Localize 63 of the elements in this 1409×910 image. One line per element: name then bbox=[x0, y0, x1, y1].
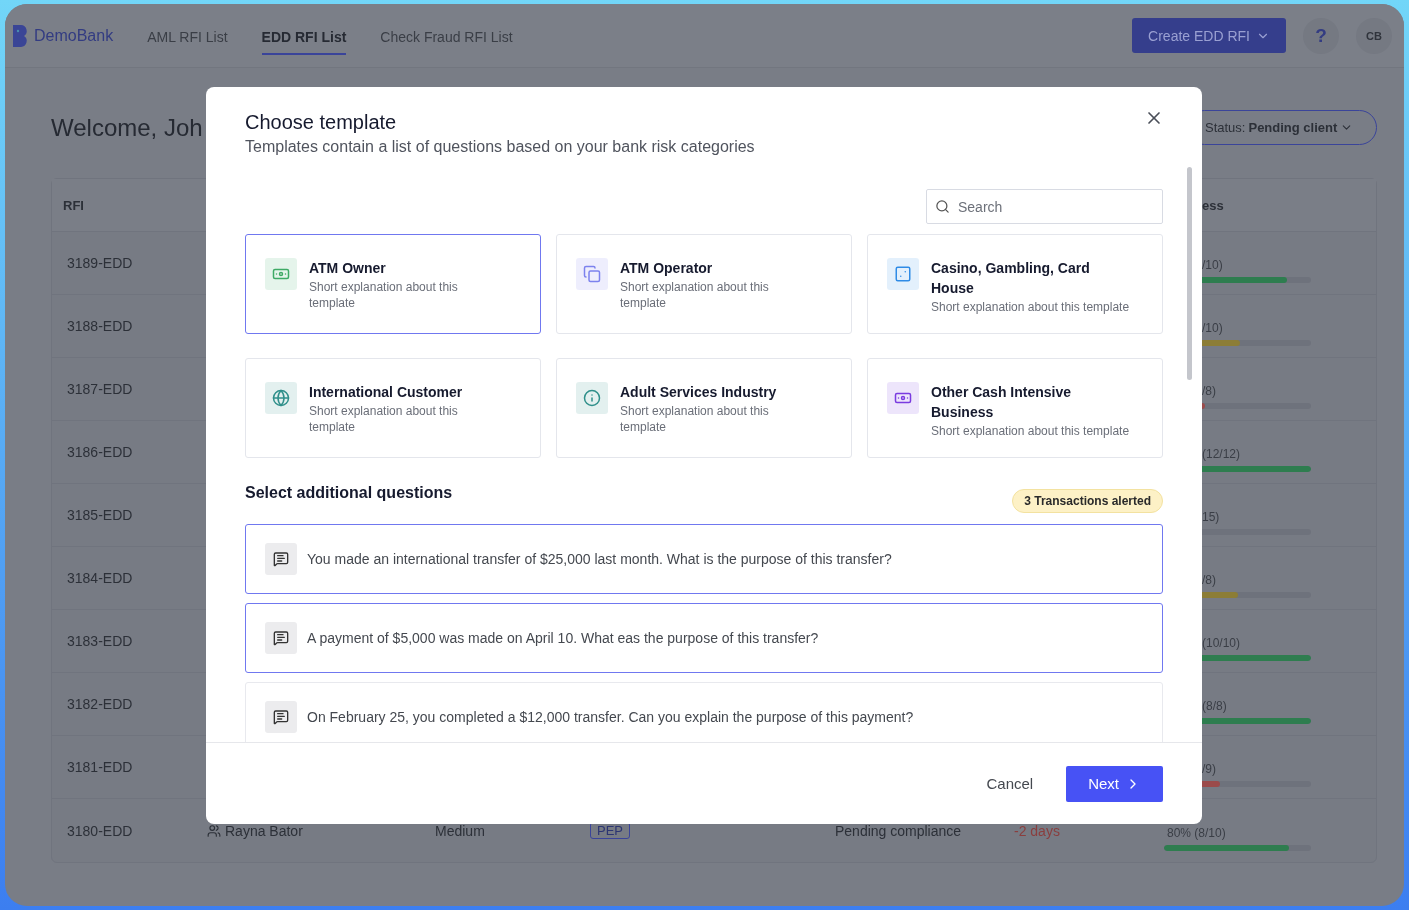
question-option[interactable]: On February 25, you completed a $12,000 transfer. Can you explain the purpose of this payment? bbox=[245, 682, 1163, 742]
search-field[interactable]: Search bbox=[926, 189, 1163, 224]
section-title: Select additional questions bbox=[245, 484, 453, 502]
next-button[interactable]: Next bbox=[1066, 765, 1163, 802]
template-description: Short explanation about this template bbox=[931, 299, 1131, 315]
question-option[interactable]: You made an international transfer of $25,000 last month. What is the purpose of this transfer? bbox=[245, 524, 1163, 594]
search-icon bbox=[935, 199, 950, 214]
dialog-subtitle: Templates contain a list of questions based on your bank risk categories bbox=[245, 138, 756, 156]
progress-reading: /10) bbox=[1202, 321, 1223, 335]
progress-reading: /8) bbox=[1202, 384, 1216, 398]
template-description: Short explanation about this template bbox=[620, 279, 770, 311]
scrollbar[interactable] bbox=[1187, 167, 1192, 380]
table-cell: 3189-EDD bbox=[52, 232, 202, 295]
table-cell: -2 days bbox=[1014, 822, 1060, 839]
template-description: Short explanation about this template bbox=[620, 403, 770, 435]
template-title: Casino, Gambling, Card House bbox=[931, 259, 1091, 298]
progress-reading: (8/8) bbox=[1202, 699, 1227, 713]
template-description: Short explanation about this template bbox=[309, 279, 459, 311]
nav-tab[interactable]: EDD RFI List bbox=[261, 20, 347, 55]
template-card[interactable]: ATM Operator Short explanation about this template bbox=[556, 234, 852, 334]
progress-reading: 15) bbox=[1202, 510, 1220, 524]
table-cell: Medium bbox=[435, 822, 485, 839]
table-cell: 3183-EDD bbox=[52, 610, 202, 673]
column-header: RFI bbox=[52, 179, 202, 232]
table-cell: 3187-EDD bbox=[52, 358, 202, 421]
progress-reading: (10/10) bbox=[1202, 636, 1241, 650]
table-cell-text: 3180-EDD bbox=[66, 821, 134, 841]
template-title: ATM Owner bbox=[309, 259, 387, 278]
progress-reading: 80% (8/10) bbox=[1167, 826, 1226, 840]
template-card[interactable]: Other Cash Intensive Business Short explanation about this template bbox=[867, 358, 1163, 458]
template-title: Adult Services Industry bbox=[620, 383, 778, 402]
question-option[interactable]: A payment of $5,000 was made on April 10. What eas the purpose of this transfer? bbox=[245, 603, 1163, 673]
template-title: Other Cash Intensive Business bbox=[931, 383, 1073, 422]
template-card[interactable]: Adult Services Industry Short explanation about this template bbox=[556, 358, 852, 458]
table-cell: 3185-EDD bbox=[52, 484, 202, 547]
table-cell: Pending compliance bbox=[835, 822, 962, 839]
template-title: ATM Operator bbox=[620, 259, 714, 278]
template-card[interactable]: ATM Owner Short explanation about this template bbox=[245, 234, 541, 334]
cancel-button[interactable]: Cancel bbox=[986, 769, 1034, 798]
progress-reading: /10) bbox=[1202, 258, 1223, 272]
chat-icon bbox=[265, 622, 297, 654]
table-cell: 3188-EDD bbox=[52, 295, 202, 358]
table-cell: Rayna Bator bbox=[225, 822, 303, 839]
alert-badge: 3 Transactions alerted bbox=[1012, 489, 1163, 513]
template-card[interactable]: International Customer Short explanation about this template bbox=[245, 358, 541, 458]
progress-reading: /8) bbox=[1202, 573, 1216, 587]
chat-icon bbox=[265, 701, 297, 733]
table-cell: 3181-EDD bbox=[52, 736, 202, 799]
progress-reading: (12/12) bbox=[1202, 447, 1241, 461]
template-title: International Customer bbox=[309, 383, 464, 402]
table-cell: 3182-EDD bbox=[52, 673, 202, 736]
chat-icon bbox=[265, 543, 297, 575]
template-description: Short explanation about this template bbox=[931, 423, 1131, 439]
welcome-heading: Welcome, Joh bbox=[51, 113, 203, 142]
logo-text: DemoBank bbox=[34, 26, 114, 45]
table-cell: 3186-EDD bbox=[52, 421, 202, 484]
dialog-title: Choose template bbox=[245, 111, 397, 134]
user-icon bbox=[207, 823, 221, 838]
template-card[interactable]: Casino, Gambling, Card House Short explanation about this template bbox=[867, 234, 1163, 334]
progress-reading: /9) bbox=[1202, 762, 1216, 776]
create-button[interactable]: Create EDD RFI bbox=[1132, 18, 1286, 53]
template-description: Short explanation about this template bbox=[309, 403, 459, 435]
table-cell: 3184-EDD bbox=[52, 547, 202, 610]
